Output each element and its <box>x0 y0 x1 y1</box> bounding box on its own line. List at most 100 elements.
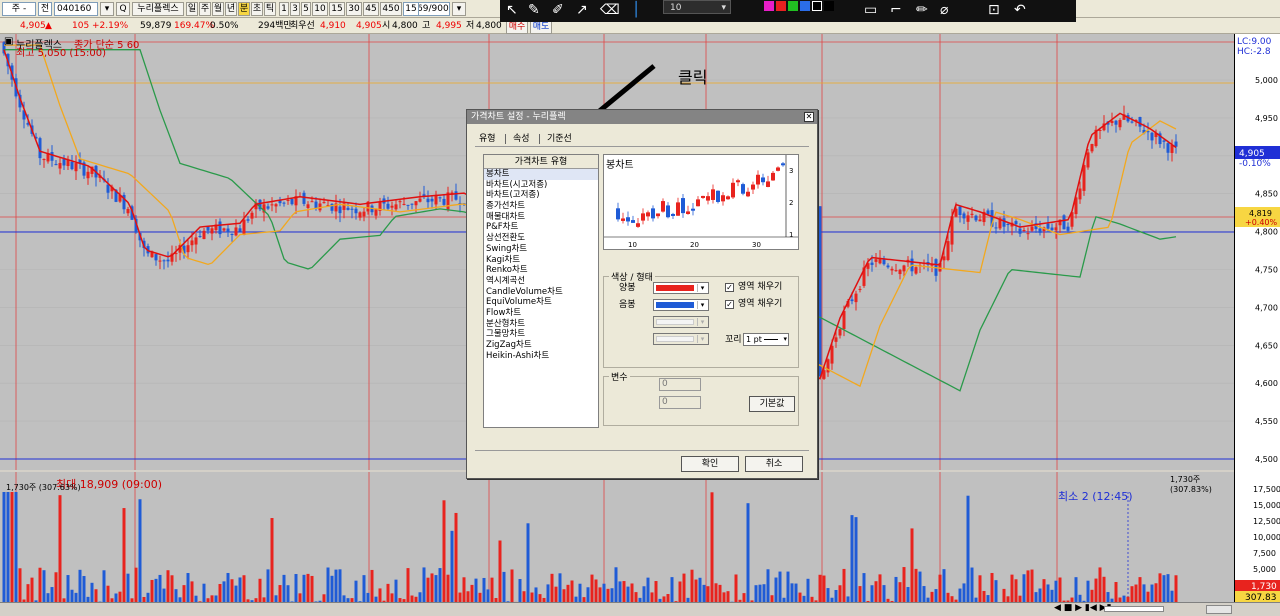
up-fill-label: 영역 채우기 <box>738 282 783 292</box>
preview-candle <box>636 223 640 227</box>
price-chart-settings-dialog: 가격차트 설정 - 누리플렉 ✕ 유형 속성 기준선 가격차트 유형 봉차트 바차… <box>466 109 818 479</box>
preview-candle <box>641 213 645 221</box>
preview-candle <box>706 196 710 201</box>
tail-width-select[interactable]: 1 pt ▾ <box>743 333 789 346</box>
preview-candle <box>761 177 765 183</box>
preview-candle <box>661 201 665 212</box>
footer-divider <box>475 450 809 451</box>
chart-type-item[interactable]: Renko차트 <box>484 265 598 276</box>
chevron-down-icon: ▾ <box>697 318 707 326</box>
disabled-color-picker-1: ▾ <box>653 316 709 328</box>
preview-candle <box>746 191 750 197</box>
preview-candle <box>711 189 715 200</box>
chart-type-item[interactable]: Kagi차트 <box>484 255 598 266</box>
chevron-down-icon: ▾ <box>697 284 707 292</box>
preview-candle <box>756 174 760 185</box>
chart-type-item[interactable]: 바차트(고저종) <box>484 190 598 201</box>
chart-type-item[interactable]: Flow차트 <box>484 308 598 319</box>
close-icon[interactable]: ✕ <box>804 112 814 122</box>
tab-properties[interactable]: 속성 <box>509 132 534 146</box>
chart-type-item[interactable]: EquiVolume차트 <box>484 297 598 308</box>
chart-preview: 3 2 1 10 20 30 봉차트 <box>603 154 799 250</box>
tail-label: 꼬리 <box>725 335 742 345</box>
preview-candle <box>696 199 700 207</box>
chart-type-item[interactable]: 그물망차트 <box>484 329 598 340</box>
preview-candle <box>671 213 675 216</box>
tab-divider-2 <box>539 134 540 144</box>
chart-type-item[interactable]: 바차트(시고저종) <box>484 180 598 191</box>
chart-type-item[interactable]: 분산형차트 <box>484 319 598 330</box>
preview-candle <box>651 208 655 219</box>
down-color-fill <box>656 302 694 308</box>
chart-type-list[interactable]: 가격차트 유형 봉차트 바차트(시고저종) 바차트(고저종) 종가선차트 매물대차트 P&… <box>483 154 599 428</box>
preview-candle <box>681 198 685 214</box>
cancel-button[interactable]: 취소 <box>745 456 803 472</box>
up-fill-checkbox[interactable]: ✓ <box>725 283 734 292</box>
preview-candle <box>666 205 670 218</box>
down-candle-label: 음봉 <box>619 300 636 310</box>
preview-candle <box>771 172 775 181</box>
down-color-picker[interactable]: ▾ <box>653 299 709 311</box>
preview-y-tick: 3 <box>789 167 793 175</box>
preview-candle <box>726 196 730 200</box>
preview-candle <box>721 195 725 202</box>
up-color-picker[interactable]: ▾ <box>653 282 709 294</box>
chart-type-item[interactable]: P&F차트 <box>484 222 598 233</box>
chart-type-item[interactable]: ZigZag차트 <box>484 340 598 351</box>
preview-candle <box>716 190 720 202</box>
chevron-down-icon: ▾ <box>697 335 707 343</box>
chart-type-item[interactable]: Swing차트 <box>484 244 598 255</box>
preview-candle <box>621 218 625 221</box>
preview-x-tick: 10 <box>628 241 637 249</box>
tab-underline <box>475 146 809 147</box>
preview-candle <box>701 195 705 198</box>
preview-candle <box>736 180 740 183</box>
down-fill-label: 영역 채우기 <box>738 299 783 309</box>
chevron-down-icon: ▾ <box>783 335 787 343</box>
disabled-color-picker-2: ▾ <box>653 333 709 345</box>
up-color-fill <box>656 285 694 291</box>
preview-candle <box>766 181 770 187</box>
line-sample <box>764 339 778 340</box>
disabled-color-fill <box>656 336 694 342</box>
chevron-down-icon: ▾ <box>697 301 707 309</box>
ok-button[interactable]: 확인 <box>681 456 739 472</box>
chart-type-item[interactable]: 매물대차트 <box>484 212 598 223</box>
default-button[interactable]: 기본값 <box>749 396 795 412</box>
chart-type-item[interactable]: 종가선차트 <box>484 201 598 212</box>
preview-x-tick: 30 <box>752 241 761 249</box>
preview-x-tick: 20 <box>690 241 699 249</box>
preview-title: 봉차트 <box>606 160 634 171</box>
down-fill-checkbox[interactable]: ✓ <box>725 300 734 309</box>
dialog-title: 가격차트 설정 - 누리플렉 <box>467 110 817 124</box>
preview-candle <box>691 208 695 211</box>
chart-type-item[interactable]: Heikin-Ashi차트 <box>484 351 598 362</box>
chart-type-items: 봉차트 바차트(시고저종) 바차트(고저종) 종가선차트 매물대차트 P&F차트 삼선전환도… <box>484 169 598 361</box>
preview-candle <box>741 184 745 194</box>
preview-candle <box>616 208 620 220</box>
preview-candle <box>751 184 755 190</box>
variable-input-1[interactable]: 0 <box>659 378 701 391</box>
chart-type-item[interactable]: 삼선전환도 <box>484 233 598 244</box>
chart-type-item[interactable]: 봉차트 <box>484 169 598 180</box>
variable-group-label: 변수 <box>609 370 630 383</box>
preview-candle <box>656 213 660 217</box>
preview-y-tick: 2 <box>789 199 793 207</box>
tab-type[interactable]: 유형 <box>475 132 500 146</box>
annotation-click-text: 클릭 <box>678 68 708 87</box>
preview-candle <box>626 217 630 222</box>
preview-candle <box>676 202 680 216</box>
preview-y-tick: 1 <box>789 231 793 239</box>
preview-candle <box>776 167 780 171</box>
chart-type-item[interactable]: CandleVolume차트 <box>484 287 598 298</box>
preview-candle <box>731 182 735 198</box>
preview-candle <box>686 211 690 214</box>
up-candle-label: 양봉 <box>619 283 636 293</box>
variable-input-2[interactable]: 0 <box>659 396 701 409</box>
chart-type-item[interactable]: 역시계곡선 <box>484 276 598 287</box>
preview-candle <box>631 220 635 223</box>
preview-candle <box>646 212 650 217</box>
tab-baseline[interactable]: 기준선 <box>543 132 576 146</box>
tail-width-value: 1 pt <box>746 335 762 344</box>
preview-candle <box>781 163 785 166</box>
